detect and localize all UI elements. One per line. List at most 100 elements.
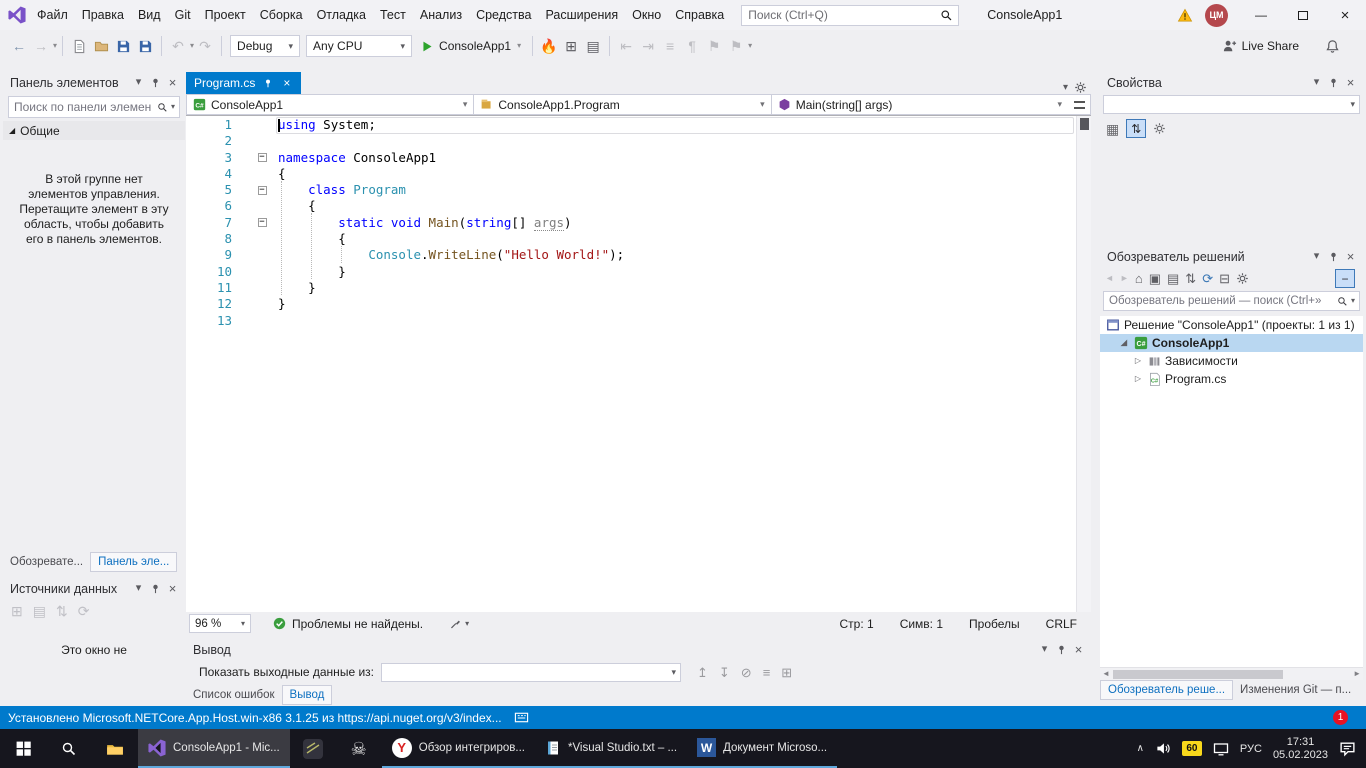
feedback-bell-icon[interactable]: [1325, 39, 1340, 54]
undo-chevron-icon[interactable]: ▾: [190, 42, 194, 50]
taskbar-app-word[interactable]: W Документ Microso...: [687, 729, 837, 768]
properties-gear-icon[interactable]: [1236, 272, 1249, 285]
tab-program-cs[interactable]: Program.cs ×: [186, 72, 301, 94]
package-restore-icon[interactable]: [514, 710, 529, 725]
menu-window[interactable]: Окно: [625, 4, 668, 26]
menu-help[interactable]: Справка: [668, 4, 731, 26]
taskbar-app-notepad[interactable]: *Visual Studio.txt – ...: [535, 729, 687, 768]
clear-all-icon[interactable]: ⊘: [741, 666, 752, 679]
menu-analyze[interactable]: Анализ: [413, 4, 469, 26]
home-icon[interactable]: ⌂: [1135, 272, 1143, 285]
member-dropdown[interactable]: Main(string[] args) ▾: [772, 95, 1068, 114]
type-dropdown[interactable]: ConsoleApp1.Program ▾: [474, 95, 771, 114]
menu-project[interactable]: Проект: [198, 4, 253, 26]
close-icon[interactable]: ×: [164, 581, 181, 597]
data-sources-header[interactable]: Источники данных ▾ ×: [3, 578, 185, 599]
sync-with-active-document-icon[interactable]: ⇅: [1185, 272, 1196, 285]
menu-view[interactable]: Вид: [131, 4, 168, 26]
forward-icon[interactable]: ►: [1120, 274, 1129, 283]
scroll-left-icon[interactable]: ◄: [1102, 670, 1110, 678]
start-button[interactable]: [0, 729, 46, 768]
network-icon[interactable]: [1213, 741, 1229, 757]
code-line[interactable]: 1using System;: [186, 117, 1076, 133]
pin-icon[interactable]: [1325, 249, 1342, 265]
code-line[interactable]: 11 }: [186, 280, 1076, 296]
prev-message-icon[interactable]: ↥: [697, 666, 708, 679]
pin-icon[interactable]: [1053, 642, 1070, 658]
search-icon[interactable]: [157, 102, 168, 113]
scrollbar-thumb[interactable]: [1113, 670, 1283, 679]
eol-indicator[interactable]: CRLF: [1046, 617, 1077, 631]
menu-file[interactable]: Файл: [30, 4, 75, 26]
taskbar-app-skull-game[interactable]: ☠: [336, 729, 382, 768]
taskbar-app-browser[interactable]: Y Обзор интегриров...: [382, 729, 535, 768]
menu-git[interactable]: Git: [168, 4, 198, 26]
volume-icon[interactable]: [1155, 741, 1171, 756]
code-line[interactable]: 4{: [186, 166, 1076, 182]
tab-git-changes[interactable]: Изменения Git — п...: [1233, 680, 1358, 700]
hot-reload-icon[interactable]: 🔥: [539, 35, 559, 57]
pin-icon[interactable]: [1325, 75, 1342, 91]
toolbox-group-general[interactable]: ◢ Общие: [3, 121, 185, 140]
categorized-icon[interactable]: ▦: [1106, 122, 1119, 136]
tab-solution-explorer[interactable]: Обозреватель реше...: [1100, 680, 1233, 700]
code-area[interactable]: 1using System;23−namespace ConsoleApp14{…: [186, 117, 1076, 329]
restore-button[interactable]: [1282, 0, 1324, 30]
indent-decrease-icon[interactable]: ⇤: [616, 35, 636, 57]
window-options-chevron-icon[interactable]: ▾: [130, 75, 147, 91]
active-files-chevron-icon[interactable]: ▾: [1063, 83, 1068, 93]
output-header[interactable]: Вывод ▾ ×: [186, 639, 1091, 660]
bookmark-next-icon[interactable]: ⚑: [726, 35, 746, 57]
toolbox-search-box[interactable]: ▾: [8, 96, 180, 118]
battery-percent-badge[interactable]: 60: [1182, 741, 1202, 756]
pin-icon[interactable]: [261, 75, 274, 91]
navigate-forward-icon[interactable]: →: [31, 35, 51, 57]
toolbar-overflow-chevron-icon[interactable]: ▾: [748, 42, 752, 50]
solution-search-input[interactable]: [1104, 295, 1337, 307]
toolbox-search-input[interactable]: [9, 100, 157, 114]
configure-data-source-icon[interactable]: ▤: [33, 604, 46, 618]
tab-output[interactable]: Вывод: [282, 685, 333, 705]
menu-test[interactable]: Тест: [373, 4, 413, 26]
window-options-chevron-icon[interactable]: ▾: [1308, 249, 1325, 265]
close-icon[interactable]: ×: [164, 75, 181, 91]
column-indicator[interactable]: Симв: 1: [900, 617, 943, 631]
live-share-button[interactable]: Live Share: [1222, 39, 1299, 54]
word-wrap-icon[interactable]: ≡: [763, 666, 771, 679]
preview-selected-items-icon[interactable]: −: [1335, 269, 1355, 288]
formatting-marks-icon[interactable]: ¶: [682, 35, 702, 57]
code-line[interactable]: 6 {: [186, 198, 1076, 214]
expanded-arrow-icon[interactable]: ◢: [1118, 339, 1130, 347]
outline-icon[interactable]: ≡: [660, 35, 680, 57]
close-icon[interactable]: ×: [1070, 642, 1087, 658]
menu-debug[interactable]: Отладка: [310, 4, 373, 26]
navigate-chevron-icon[interactable]: ▾: [53, 42, 57, 50]
code-line[interactable]: 9 Console.WriteLine("Hello World!");: [186, 247, 1076, 263]
undo-icon[interactable]: ↶: [168, 35, 188, 57]
tree-row-dependencies[interactable]: ▷ Зависимости: [1100, 352, 1363, 370]
hidden-icons-chevron[interactable]: ∧: [1137, 744, 1144, 754]
next-message-icon[interactable]: ↧: [719, 666, 730, 679]
problems-indicator[interactable]: Проблемы не найдены.: [273, 617, 423, 631]
file-explorer-button[interactable]: [92, 729, 138, 768]
search-icon[interactable]: [940, 9, 953, 22]
taskbar-search-button[interactable]: [46, 729, 92, 768]
refresh-data-source-icon[interactable]: ⟳: [78, 604, 90, 618]
alphabetical-sort-icon[interactable]: ⇅: [1126, 119, 1146, 138]
notification-badge[interactable]: 1: [1333, 710, 1348, 725]
taskbar-clock[interactable]: 17:31 05.02.2023: [1273, 736, 1328, 762]
pin-icon[interactable]: [147, 581, 164, 597]
close-icon[interactable]: ×: [1342, 75, 1359, 91]
show-all-files-icon[interactable]: ▤: [1167, 272, 1179, 285]
action-center-icon[interactable]: [1339, 740, 1356, 757]
close-icon[interactable]: ×: [280, 75, 293, 91]
menu-tools[interactable]: Средства: [469, 4, 538, 26]
pending-changes-filter-icon[interactable]: ▣: [1149, 272, 1161, 285]
solution-configuration-dropdown[interactable]: Debug▾: [230, 35, 300, 57]
redo-icon[interactable]: ↷: [195, 35, 215, 57]
code-line[interactable]: 3−namespace ConsoleApp1: [186, 150, 1076, 166]
window-gear-icon[interactable]: [1074, 81, 1087, 94]
new-window-icon[interactable]: ⊞: [781, 666, 792, 679]
properties-object-dropdown[interactable]: ▾: [1103, 95, 1360, 114]
tree-row-project[interactable]: ◢ C# ConsoleApp1: [1100, 334, 1363, 352]
